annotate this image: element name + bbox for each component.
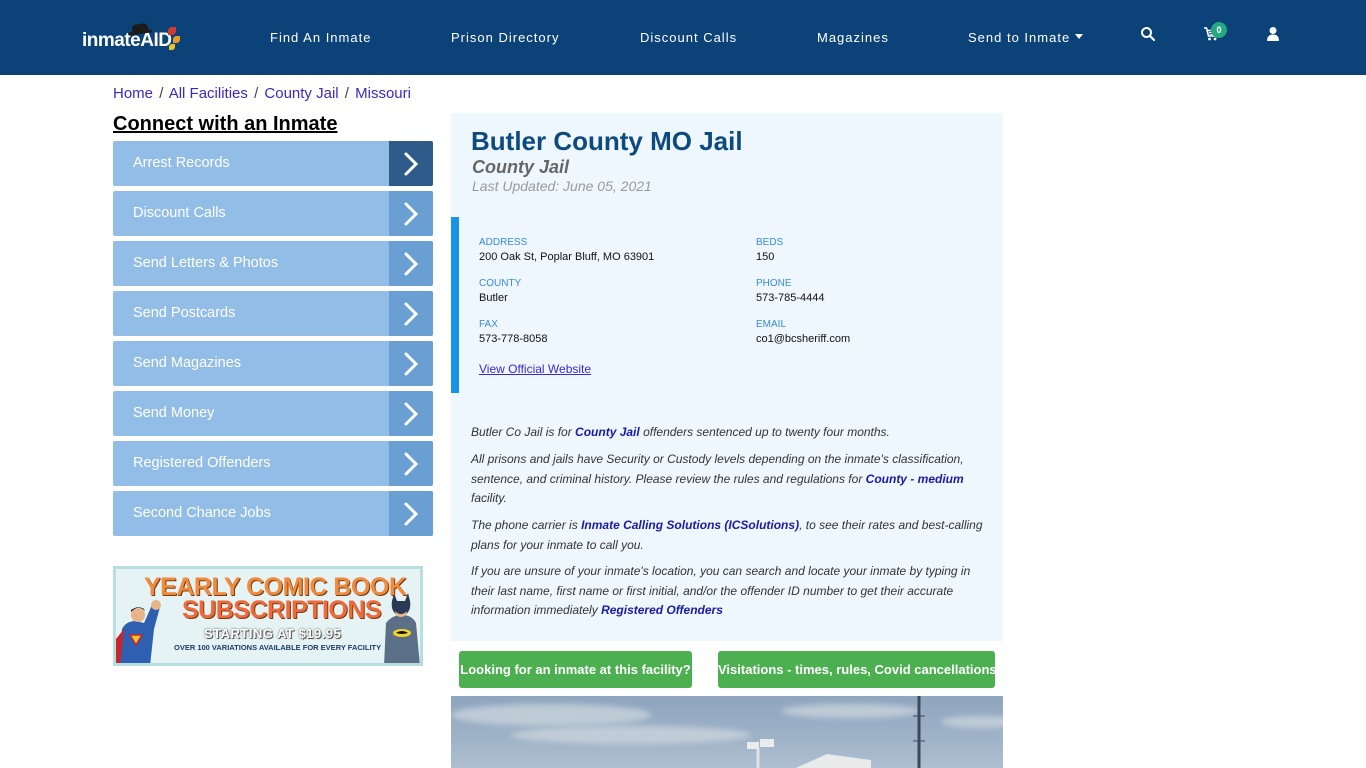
ad-subtext: OVER 100 VARIATIONS AVAILABLE FOR EVERY … <box>174 643 382 652</box>
nav-find-an-inmate[interactable]: Find An Inmate <box>270 30 371 45</box>
sidebar-item-send-money[interactable]: Send Money <box>113 391 433 436</box>
chevron-right-icon <box>389 191 433 236</box>
breadcrumb-all-facilities[interactable]: All Facilities <box>169 85 248 102</box>
breadcrumb-home[interactable]: Home <box>113 85 153 102</box>
visitations-button[interactable]: Visitations - times, rules, Covid cancel… <box>718 651 997 688</box>
autumn-leaf-icon <box>169 44 175 50</box>
description-paragraph-2: All prisons and jails have Security or C… <box>471 450 991 509</box>
sidebar-item-send-letters-photos[interactable]: Send Letters & Photos <box>113 241 433 286</box>
user-icon[interactable] <box>1265 26 1285 46</box>
nav-send-to-inmate[interactable]: Send to Inmate <box>968 30 1084 45</box>
sidebar-item-label: Discount Calls <box>133 205 226 221</box>
fax-value: 573-778-8058 <box>479 333 548 345</box>
beds-label: BEDS <box>756 237 784 248</box>
find-inmate-at-facility-button[interactable]: Looking for an inmate at this facility? <box>459 651 692 688</box>
icsolutions-link[interactable]: Inmate Calling Solutions (ICSolutions) <box>581 518 799 532</box>
beds-value: 150 <box>756 251 775 263</box>
county-label: COUNTY <box>479 278 522 289</box>
address-label: ADDRESS <box>479 237 528 248</box>
nav-send-to-inmate-label: Send to Inmate <box>968 30 1071 45</box>
search-icon[interactable] <box>1140 26 1160 46</box>
logo-text: inmateAID <box>82 30 172 51</box>
sidebar-item-arrest-records[interactable]: Arrest Records <box>113 141 433 186</box>
description-paragraph-4: If you are unsure of your inmate's locat… <box>471 562 991 621</box>
fax-field: FAX 573-778-8058 <box>479 319 548 345</box>
nav-prison-directory[interactable]: Prison Directory <box>451 30 559 45</box>
autumn-leaf-icon <box>168 27 176 35</box>
email-value: co1@bcsheriff.com <box>756 333 851 345</box>
chevron-right-icon <box>389 141 433 186</box>
chevron-right-icon <box>389 241 433 286</box>
batman-illustration <box>384 593 420 663</box>
beds-field: BEDS 150 <box>756 237 783 263</box>
county-medium-link[interactable]: County - medium <box>866 472 964 486</box>
county-jail-link[interactable]: County Jail <box>575 425 640 439</box>
ad-price-text: STARTING AT $19.95 <box>204 626 342 641</box>
comic-subscription-ad-banner[interactable]: YEARLY COMIC BOOK SUBSCRIPTIONS STARTING… <box>113 566 423 666</box>
email-label: EMAIL <box>756 319 787 330</box>
phone-label: PHONE <box>756 278 792 289</box>
superhero-illustration <box>116 600 161 663</box>
ad-headline-line2: SUBSCRIPTIONS <box>182 596 382 624</box>
sidebar-item-label: Send Money <box>133 405 215 421</box>
breadcrumb-county-jail[interactable]: County Jail <box>264 85 338 102</box>
address-value: 200 Oak St, Poplar Bluff, MO 63901 <box>479 251 655 263</box>
chevron-right-icon <box>389 341 433 386</box>
breadcrumb-separator: / <box>159 85 164 102</box>
facility-photo-scene <box>747 696 925 768</box>
description-paragraph-1: Butler Co Jail is for County Jail offend… <box>471 423 991 443</box>
chevron-right-icon <box>389 291 433 336</box>
county-field: COUNTY Butler <box>479 278 521 304</box>
fax-label: FAX <box>479 319 498 330</box>
facility-photo <box>451 696 1003 768</box>
sidebar-item-second-chance-jobs[interactable]: Second Chance Jobs <box>113 491 433 536</box>
text: The phone carrier is <box>471 518 582 532</box>
chevron-right-icon <box>389 491 433 536</box>
connect-with-inmate-heading: Connect with an Inmate <box>113 113 338 135</box>
phone-value: 573-785-4444 <box>756 292 825 304</box>
text: facility. <box>471 491 507 505</box>
top-navigation-bar: inmateAID Find An Inmate Prison Director… <box>0 0 1366 75</box>
sidebar-item-label: Second Chance Jobs <box>133 505 271 521</box>
chevron-right-icon <box>389 441 433 486</box>
address-field: ADDRESS 200 Oak St, Poplar Bluff, MO 639… <box>479 237 654 263</box>
inmateaid-logo[interactable]: inmateAID <box>82 22 182 56</box>
text: offenders sentenced up to twenty four mo… <box>639 425 890 439</box>
cart-count-badge: 0 <box>1211 22 1227 38</box>
description-paragraph-3: The phone carrier is Inmate Calling Solu… <box>471 516 991 555</box>
breadcrumb: Home / All Facilities / County Jail / Mi… <box>113 85 411 102</box>
sidebar-item-discount-calls[interactable]: Discount Calls <box>113 191 433 236</box>
phone-field: PHONE 573-785-4444 <box>756 278 825 304</box>
nav-discount-calls[interactable]: Discount Calls <box>640 30 737 45</box>
chevron-right-icon <box>389 391 433 436</box>
breadcrumb-separator: / <box>254 85 259 102</box>
facility-name: Butler County MO Jail <box>471 126 743 156</box>
autumn-leaf-icon <box>173 36 180 43</box>
sidebar-item-label: Registered Offenders <box>133 455 271 471</box>
sidebar-item-label: Send Magazines <box>133 355 242 371</box>
registered-offenders-link[interactable]: Registered Offenders <box>601 603 723 617</box>
sidebar-item-send-magazines[interactable]: Send Magazines <box>113 341 433 386</box>
accent-bar <box>451 217 459 393</box>
sidebar-item-registered-offenders[interactable]: Registered Offenders <box>113 441 433 486</box>
view-official-website-link[interactable]: View Official Website <box>479 362 591 376</box>
breadcrumb-separator: / <box>344 85 349 102</box>
sidebar-item-send-postcards[interactable]: Send Postcards <box>113 291 433 336</box>
text: Butler Co Jail is for <box>471 425 576 439</box>
facility-type: County Jail <box>472 157 570 177</box>
breadcrumb-missouri[interactable]: Missouri <box>355 85 411 102</box>
county-value: Butler <box>479 292 508 304</box>
last-updated: Last Updated: June 05, 2021 <box>472 178 652 194</box>
connect-menu: Arrest Records Discount Calls Send Lette… <box>113 141 433 541</box>
sidebar-item-label: Arrest Records <box>133 155 230 171</box>
sidebar-item-label: Send Letters & Photos <box>133 255 279 271</box>
caret-down-icon <box>1075 34 1084 40</box>
nav-magazines[interactable]: Magazines <box>817 30 889 45</box>
sidebar-item-label: Send Postcards <box>133 305 236 321</box>
email-field: EMAIL co1@bcsheriff.com <box>756 319 850 345</box>
